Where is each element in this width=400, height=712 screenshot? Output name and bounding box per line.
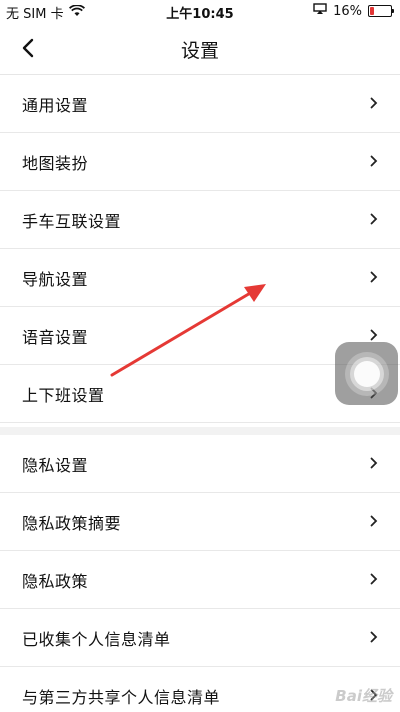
settings-row[interactable]: 通用设置 <box>0 75 400 133</box>
chevron-right-icon <box>370 329 378 341</box>
battery-icon <box>368 5 394 17</box>
battery-percent: 16% <box>333 3 362 19</box>
chevron-right-icon <box>370 457 378 469</box>
assistive-touch-button[interactable] <box>335 342 398 405</box>
battery-fill <box>370 7 374 15</box>
chevron-right-icon <box>370 97 378 109</box>
settings-row-label: 与第三方共享个人信息清单 <box>22 688 221 707</box>
screen-mirror-icon <box>313 3 327 19</box>
settings-row-label: 手车互联设置 <box>22 212 122 231</box>
chevron-right-icon <box>370 213 378 225</box>
watermark: Bai经验 <box>335 687 392 705</box>
chevron-right-icon <box>370 631 378 643</box>
settings-row-label: 地图装扮 <box>22 154 89 173</box>
settings-row-label: 导航设置 <box>22 270 89 289</box>
settings-row-label: 已收集个人信息清单 <box>22 630 171 649</box>
settings-row[interactable]: 已收集个人信息清单 <box>0 609 400 667</box>
status-bar: 无 SIM 卡 上午10:45 16% <box>0 0 400 22</box>
chevron-right-icon <box>370 573 378 585</box>
settings-row-label: 隐私政策 <box>22 572 89 591</box>
chevron-right-icon <box>370 515 378 527</box>
chevron-right-icon <box>370 271 378 283</box>
settings-row-label: 隐私政策摘要 <box>22 514 122 533</box>
assistive-touch-ring <box>344 351 389 396</box>
settings-row[interactable]: 隐私政策摘要 <box>0 493 400 551</box>
status-right: 16% <box>313 3 394 19</box>
settings-row-label: 隐私设置 <box>22 456 89 475</box>
settings-row-label: 通用设置 <box>22 96 89 115</box>
group-divider <box>0 427 400 435</box>
settings-row[interactable]: 隐私政策 <box>0 551 400 609</box>
chevron-right-icon <box>370 155 378 167</box>
settings-group-privacy: 隐私设置隐私政策摘要 隐私政策已收集个人信息清单与第三方共享个人信息清单 <box>0 435 400 712</box>
page-title: 设置 <box>180 40 219 62</box>
settings-row[interactable]: 导航设置 <box>0 249 400 307</box>
settings-row-label: 语音设置 <box>22 328 89 347</box>
settings-row[interactable]: 地图装扮 <box>0 133 400 191</box>
settings-row-label: 上下班设置 <box>22 386 105 405</box>
settings-row[interactable]: 手车互联设置 <box>0 191 400 249</box>
settings-row[interactable]: 隐私设置 <box>0 435 400 493</box>
nav-bar: 设置 <box>0 22 400 75</box>
